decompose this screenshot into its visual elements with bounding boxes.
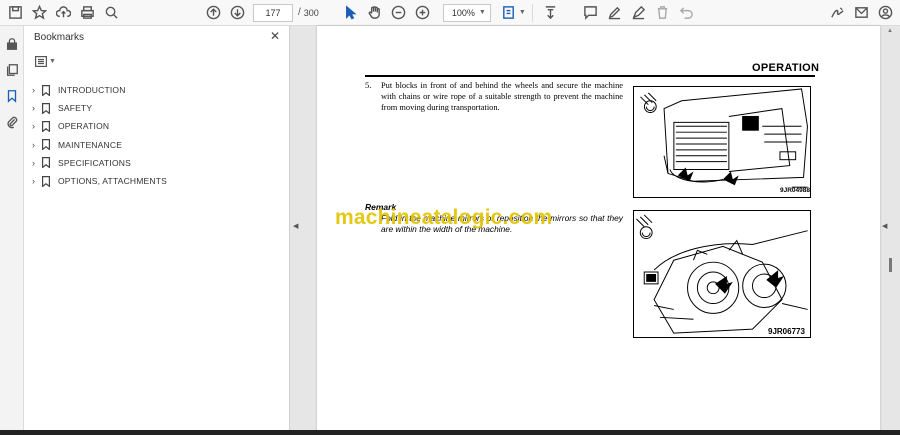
chevron-right-icon[interactable]: › <box>32 176 42 186</box>
select-cursor-icon[interactable] <box>339 2 363 24</box>
bookmark-label: OPTIONS, ATTACHMENTS <box>58 176 167 187</box>
bookmark-maintenance[interactable]: › MAINTENANCE <box>32 136 167 154</box>
bookmark-icon <box>42 84 56 96</box>
toolbar-divider <box>531 3 533 22</box>
bookmark-panel-icon[interactable] <box>0 83 24 109</box>
previous-page-icon[interactable] <box>201 2 225 24</box>
zoom-level-value: 100% <box>451 7 475 18</box>
bookmark-label: OPERATION <box>58 121 110 132</box>
bookmark-options-button[interactable]: ▼ <box>35 54 57 68</box>
upload-cloud-icon[interactable] <box>51 2 75 24</box>
page-number-input[interactable]: 177 <box>253 3 293 22</box>
bookmark-label: MAINTENANCE <box>58 139 123 150</box>
pdf-page: OPERATION 5. Put blocks in front of and … <box>317 26 880 435</box>
chevron-right-icon[interactable]: › <box>32 85 42 95</box>
sign-icon[interactable] <box>825 2 849 24</box>
delete-icon[interactable] <box>651 2 675 24</box>
chevron-right-icon[interactable]: › <box>32 121 42 131</box>
zoom-out-icon[interactable] <box>387 2 411 24</box>
bookmark-icon <box>42 102 56 114</box>
zoom-in-icon[interactable] <box>411 2 435 24</box>
bookmark-label: SAFETY <box>58 103 93 114</box>
scroll-mode-icon[interactable] <box>539 2 563 24</box>
chevron-down-icon[interactable]: ▼ <box>519 9 526 16</box>
star-icon[interactable] <box>27 2 51 24</box>
figure-truck-tiedown: 9JR04988 <box>633 86 811 198</box>
print-icon[interactable] <box>75 2 99 24</box>
watermark: machineatalogic.com <box>335 206 553 229</box>
comment-icon[interactable] <box>579 2 603 24</box>
wheel-illustration <box>636 214 808 334</box>
attachment-icon[interactable] <box>0 109 24 135</box>
figure1-caption: 9JR04988 <box>780 187 810 194</box>
chevron-right-icon[interactable]: › <box>32 140 42 150</box>
chevron-right-icon[interactable]: › <box>32 103 42 113</box>
undo-icon[interactable] <box>675 2 699 24</box>
bookmark-icon <box>42 139 56 151</box>
zoom-search-icon[interactable] <box>99 2 123 24</box>
page-thumbnails-icon[interactable] <box>0 57 24 83</box>
vertical-scrollbar[interactable]: ▲ <box>886 26 896 435</box>
page-total: 300 <box>303 7 319 18</box>
account-icon[interactable] <box>873 2 897 24</box>
figure2-caption: 9JR06773 <box>768 327 805 336</box>
bookmarks-panel: Bookmarks ✕ ▼ › INTRODUCTION › SAFETY › … <box>24 26 290 435</box>
list-options-icon <box>35 55 47 67</box>
step-text: Put blocks in front of and behind the wh… <box>381 81 623 112</box>
next-page-icon[interactable] <box>225 2 249 24</box>
chevron-right-icon[interactable]: › <box>32 158 42 168</box>
bookmark-label: SPECIFICATIONS <box>58 157 132 168</box>
lock-icon[interactable] <box>0 31 24 57</box>
hand-tool-icon[interactable] <box>363 2 387 24</box>
email-icon[interactable] <box>849 2 873 24</box>
title-rule <box>365 75 815 77</box>
bookmark-operation[interactable]: › OPERATION <box>32 117 167 135</box>
zoom-level-select[interactable]: 100% ▼ <box>442 3 491 22</box>
pdf-viewer: 177 / 300 100% ▼ ▼ Bookmarks ✕ ▼ › INTRO… <box>0 0 900 435</box>
chevron-down-icon: ▼ <box>49 57 56 65</box>
taskbar-edge <box>0 430 900 435</box>
figure-wheel-tiedown: 9JR06773 <box>633 210 811 338</box>
bookmark-specifications[interactable]: › SPECIFICATIONS <box>32 154 167 172</box>
bookmark-list: › INTRODUCTION › SAFETY › OPERATION › MA… <box>32 81 167 190</box>
page-fit-icon[interactable] <box>497 2 521 24</box>
bookmark-label: INTRODUCTION <box>58 85 126 96</box>
chevron-down-icon: ▼ <box>478 9 486 16</box>
step-number: 5. <box>365 80 372 90</box>
bookmark-options-attachments[interactable]: › OPTIONS, ATTACHMENTS <box>32 172 167 190</box>
toolbar: 177 / 300 100% ▼ ▼ <box>0 0 900 26</box>
page-separator: / <box>298 7 301 18</box>
bookmark-icon <box>42 120 56 132</box>
close-icon[interactable]: ✕ <box>268 29 282 43</box>
truck-illustration <box>640 88 808 188</box>
panel-title: Bookmarks <box>34 32 85 43</box>
scroll-up-icon[interactable]: ▲ <box>887 28 893 34</box>
bookmark-safety[interactable]: › SAFETY <box>32 99 167 117</box>
save-icon[interactable] <box>3 2 27 24</box>
scrollbar-thumb[interactable] <box>889 258 892 272</box>
left-rail <box>0 26 24 435</box>
section-title: OPERATION <box>752 62 820 74</box>
bookmark-icon <box>42 157 56 169</box>
draw-tool-icon[interactable] <box>627 2 651 24</box>
bookmark-icon <box>42 175 56 187</box>
collapse-left-panel-icon[interactable]: ◀ <box>293 222 298 230</box>
bookmark-introduction[interactable]: › INTRODUCTION <box>32 81 167 99</box>
highlight-pen-icon[interactable] <box>603 2 627 24</box>
document-area[interactable]: ◀ ◀ ▲ OPERATION 5. Put blocks in front o… <box>290 26 900 435</box>
